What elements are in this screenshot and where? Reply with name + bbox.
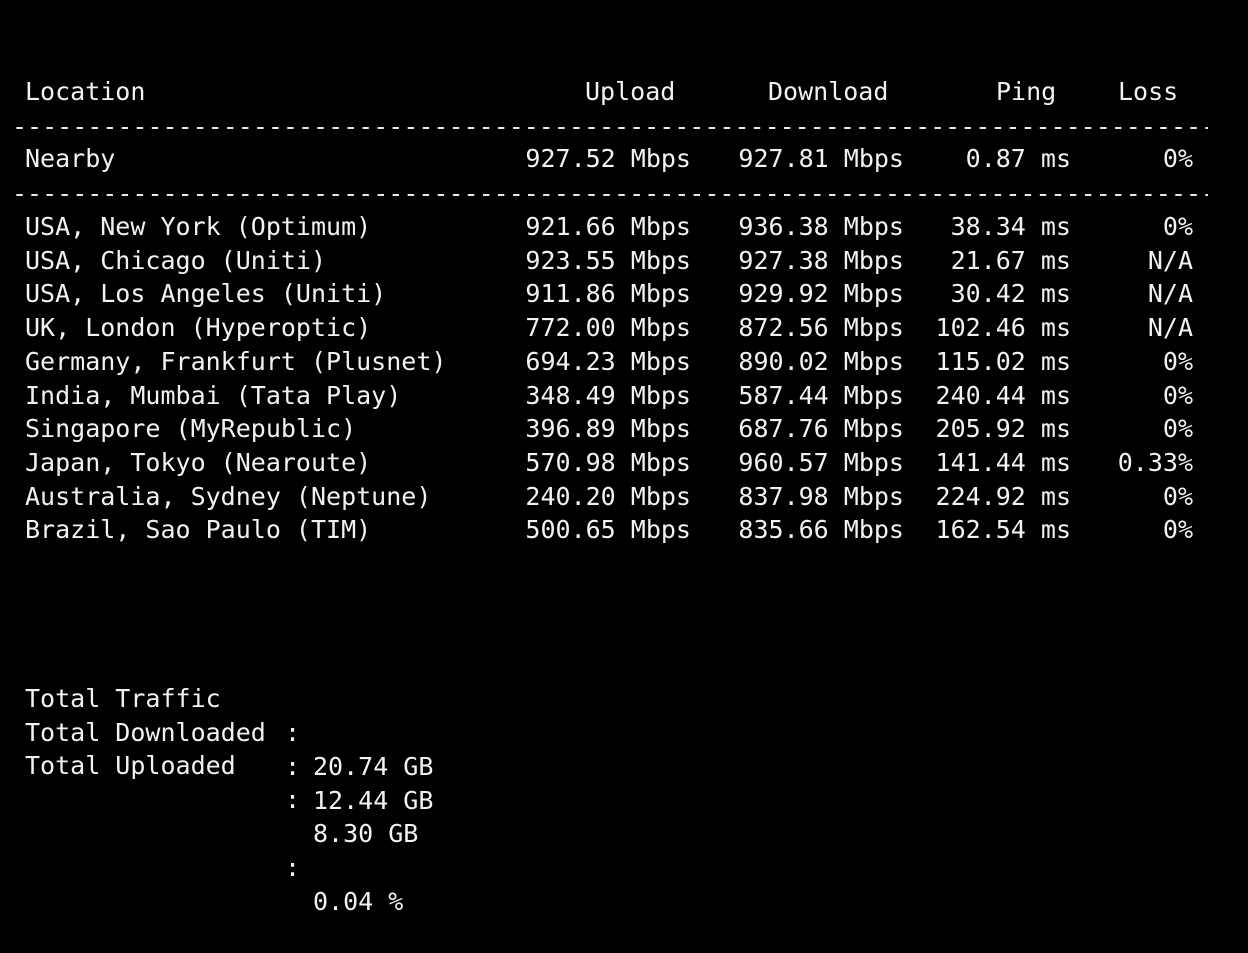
header-loss: Loss: [1118, 77, 1179, 106]
row-upload: 348.49 Mbps: [525, 381, 691, 410]
row-ping: 141.44 ms: [935, 448, 1071, 477]
header-upload: Upload: [585, 77, 676, 106]
terminal-window: Location Upload Download Ping Loss -----…: [0, 0, 1248, 916]
summary-colon: :: [285, 752, 301, 781]
row-download: 837.98 Mbps: [738, 482, 904, 511]
row-loss: 0%: [1162, 381, 1193, 410]
row-loss: 0%: [1162, 347, 1193, 376]
row-loss: 0.33%: [1117, 448, 1193, 477]
row-download: 936.38 Mbps: [738, 212, 904, 241]
row-location: India, Mumbai (Tata Play): [25, 381, 402, 410]
header-ping: Ping: [996, 77, 1057, 106]
table-row: Germany, Frankfurt (Plusnet) 694.23 Mbps…: [0, 345, 1248, 379]
row-download: 960.57 Mbps: [738, 448, 904, 477]
row-loss: 0%: [1162, 515, 1193, 544]
header-download: Download: [768, 77, 889, 106]
row-upload: 927.52 Mbps: [525, 144, 691, 173]
row-location: USA, Los Angeles (Uniti): [25, 279, 387, 308]
row-location: Singapore (MyRepublic): [25, 414, 357, 443]
row-download: 929.92 Mbps: [738, 279, 904, 308]
row-loss: N/A: [1147, 279, 1193, 308]
row-location: Nearby: [25, 144, 116, 173]
row-upload: 500.65 Mbps: [525, 515, 691, 544]
row-location: Germany, Frankfurt (Plusnet): [25, 347, 447, 376]
row-ping: 0.87 ms: [965, 144, 1071, 173]
row-location: Japan, Tokyo (Nearoute): [25, 448, 372, 477]
summary-colon: :: [285, 853, 301, 882]
row-ping: 162.54 ms: [935, 515, 1071, 544]
row-upload: 921.66 Mbps: [525, 212, 691, 241]
table-row: USA, Los Angeles (Uniti) 911.86 Mbps 929…: [0, 277, 1248, 311]
summary-value: 0.04 %: [313, 887, 404, 916]
row-location: USA, Chicago (Uniti): [25, 246, 327, 275]
row-ping: 224.92 ms: [935, 482, 1071, 511]
row-download: 587.44 Mbps: [738, 381, 904, 410]
row-ping: 115.02 ms: [935, 347, 1071, 376]
summary-value: 20.74 GB: [313, 752, 434, 781]
row-download: 927.81 Mbps: [738, 144, 904, 173]
summary-total-downloaded: Total Downloaded : 12.44 GB: [0, 682, 1248, 815]
row-ping: 38.34 ms: [950, 212, 1071, 241]
table-row: USA, Chicago (Uniti) 923.55 Mbps 927.38 …: [0, 244, 1248, 278]
header-location: Location: [25, 77, 146, 106]
row-download: 835.66 Mbps: [738, 515, 904, 544]
summary-label: Total Uploaded: [25, 751, 236, 780]
table-row: India, Mumbai (Tata Play) 348.49 Mbps 58…: [0, 379, 1248, 413]
divider-top: ----------------------------------------…: [12, 112, 1208, 141]
row-location: Australia, Sydney (Neptune): [25, 482, 432, 511]
row-ping: 30.42 ms: [950, 279, 1071, 308]
row-ping: 240.44 ms: [935, 381, 1071, 410]
row-upload: 570.98 Mbps: [525, 448, 691, 477]
summary-total-traffic: Total Traffic : 20.74 GB: [0, 648, 1248, 781]
table-row: Singapore (MyRepublic) 396.89 Mbps 687.7…: [0, 412, 1248, 446]
table-row: Brazil, Sao Paulo (TIM) 500.65 Mbps 835.…: [0, 513, 1248, 547]
row-download: 687.76 Mbps: [738, 414, 904, 443]
row-upload: 911.86 Mbps: [525, 279, 691, 308]
table-row: UK, London (Hyperoptic) 772.00 Mbps 872.…: [0, 311, 1248, 345]
row-location: UK, London (Hyperoptic): [25, 313, 372, 342]
row-loss: N/A: [1147, 246, 1193, 275]
row-loss: N/A: [1147, 313, 1193, 342]
row-location: Brazil, Sao Paulo (TIM): [25, 515, 372, 544]
summary-total-uploaded: Total Uploaded : 8.30 GB: [0, 715, 1248, 848]
row-download: 890.02 Mbps: [738, 347, 904, 376]
divider-bottom: ----------------------------------------…: [12, 179, 1208, 208]
summary-percentage: : 0.04 %: [0, 783, 1248, 916]
row-loss: 0%: [1162, 482, 1193, 511]
row-upload: 772.00 Mbps: [525, 313, 691, 342]
table-row: Australia, Sydney (Neptune) 240.20 Mbps …: [0, 480, 1248, 514]
table-header: Location Upload Download Ping Loss: [0, 75, 1248, 109]
row-download: 927.38 Mbps: [738, 246, 904, 275]
row-ping: 21.67 ms: [950, 246, 1071, 275]
row-ping: 205.92 ms: [935, 414, 1071, 443]
row-location: USA, New York (Optimum): [25, 212, 372, 241]
summary-value: 8.30 GB: [313, 819, 419, 848]
row-loss: 0%: [1162, 212, 1193, 241]
row-upload: 923.55 Mbps: [525, 246, 691, 275]
table-row-nearby: Nearby 927.52 Mbps 927.81 Mbps 0.87 ms 0…: [0, 142, 1248, 176]
row-upload: 396.89 Mbps: [525, 414, 691, 443]
row-download: 872.56 Mbps: [738, 313, 904, 342]
row-upload: 694.23 Mbps: [525, 347, 691, 376]
row-ping: 102.46 ms: [935, 313, 1071, 342]
row-loss: 0%: [1162, 144, 1193, 173]
row-loss: 0%: [1162, 414, 1193, 443]
table-row: USA, New York (Optimum) 921.66 Mbps 936.…: [0, 210, 1248, 244]
row-upload: 240.20 Mbps: [525, 482, 691, 511]
table-row: Japan, Tokyo (Nearoute) 570.98 Mbps 960.…: [0, 446, 1248, 480]
